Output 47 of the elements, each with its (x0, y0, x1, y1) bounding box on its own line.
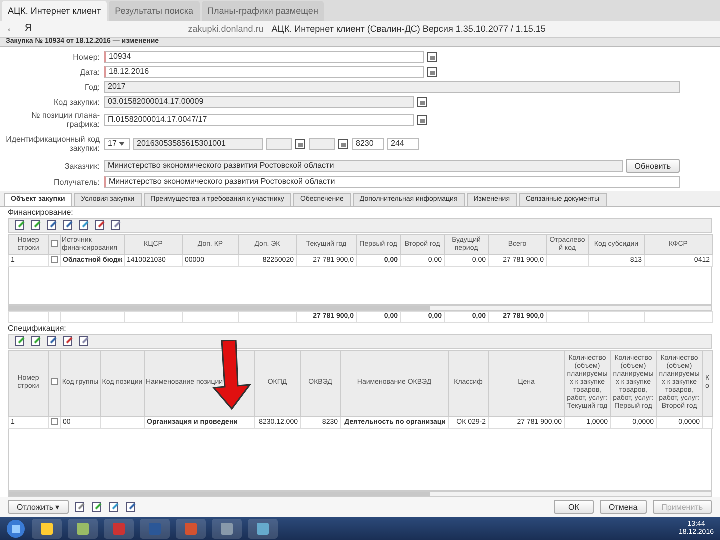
scrollbar[interactable] (8, 491, 712, 497)
postpone-menu[interactable]: Отложить ▾ (8, 500, 69, 514)
code-field[interactable] (309, 138, 335, 150)
taskbar-app-icon[interactable] (248, 518, 278, 539)
field-label: Идентификационный код закупки: (5, 135, 100, 154)
code-field[interactable]: 8230 (352, 138, 384, 150)
purchase-code-field[interactable]: 03.01582000014.17.00009 (104, 96, 414, 108)
update-button[interactable]: Обновить (626, 159, 680, 174)
taskbar-app-icon[interactable] (32, 518, 62, 539)
browser-tab[interactable]: Результаты поиска (109, 0, 200, 21)
field-label: Заказчик: (64, 162, 100, 171)
page-title: АЦК. Интернет клиент (Свалин-ДС) Версия 1.35.10.2077 / 1.15.15 (272, 24, 546, 34)
number-field[interactable]: 10934 (104, 51, 424, 64)
field-label: № позиции плана-графика: (30, 111, 100, 130)
code-select[interactable]: 17 (104, 138, 130, 150)
select-all-checkbox[interactable] (51, 378, 58, 386)
start-icon[interactable] (6, 518, 26, 539)
code-field[interactable]: 244 (387, 138, 419, 150)
field-label: Получатель: (53, 178, 100, 187)
field-label: Номер: (72, 52, 100, 62)
section-title: Спецификация: (8, 324, 66, 333)
edit-icon[interactable] (15, 336, 26, 347)
dialog-button[interactable]: ОК (554, 500, 594, 514)
address-url[interactable]: zakupki.donland.ru (188, 24, 264, 34)
taskbar-app-icon[interactable] (212, 518, 242, 539)
edit-icon[interactable] (15, 220, 26, 232)
back-button[interactable]: ← (6, 22, 17, 35)
plan-position-field[interactable]: П.01582000014.17.0047/17 (104, 114, 414, 126)
recipient-field[interactable]: Министерство экономического развития Ростовской области (104, 176, 680, 188)
year-field[interactable]: 2017 (104, 81, 680, 94)
dialog-button[interactable]: Отмена (600, 500, 647, 514)
row-checkbox[interactable] (51, 418, 58, 425)
date-field[interactable]: 18.12.2016 (104, 66, 424, 78)
browser-tab[interactable]: Планы-графики размещен (202, 0, 324, 21)
dropdown-icon (119, 142, 126, 146)
field-label: Дата: (79, 68, 100, 77)
browser-tab[interactable]: АЦК. Интернет клиент (2, 0, 108, 21)
row-checkbox[interactable] (51, 256, 58, 264)
field-label: Год: (84, 82, 100, 92)
taskbar-app-icon[interactable] (68, 518, 98, 539)
code-field[interactable]: 20163053585615301001 (133, 138, 263, 150)
section-title: Финансирование: (8, 208, 74, 218)
customer-field[interactable]: Министерство экономического развития Ростовской области (104, 160, 623, 172)
field-label: Код закупки: (52, 98, 100, 107)
select-all-checkbox[interactable] (51, 240, 58, 247)
browser-logo[interactable]: Я (25, 23, 32, 34)
code-field[interactable] (266, 138, 292, 150)
